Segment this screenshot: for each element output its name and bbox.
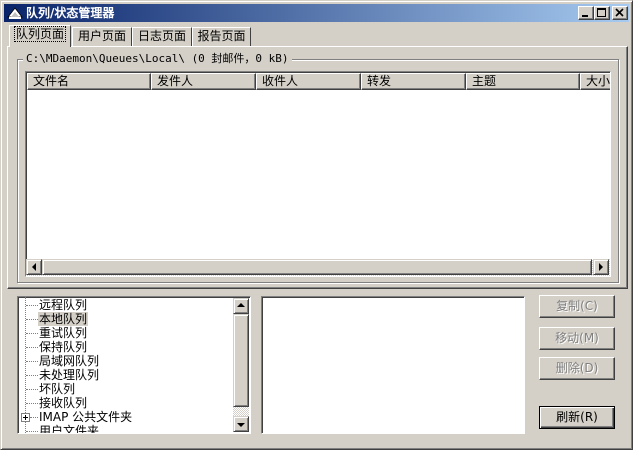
column-header-subject[interactable]: 主题 bbox=[466, 73, 580, 90]
column-header-sender[interactable]: 发件人 bbox=[151, 73, 256, 90]
column-header-size[interactable]: 大小 bbox=[580, 73, 610, 90]
close-icon bbox=[615, 8, 624, 17]
vertical-scroll-thumb[interactable] bbox=[233, 314, 249, 407]
move-button[interactable]: 移动(M) bbox=[539, 327, 615, 350]
expand-imap-folders-button[interactable] bbox=[21, 413, 30, 422]
tree-item-bad-queue[interactable]: 坏队列 bbox=[38, 382, 76, 396]
mdaemon-logo-icon[interactable] bbox=[7, 6, 23, 20]
tree-line bbox=[26, 431, 38, 432]
tree-item-lan-queue[interactable]: 局域网队列 bbox=[38, 354, 100, 368]
queue-path-label: C:\MDaemon\Queues\Local\ (0 封邮件，0 kB) bbox=[23, 52, 292, 66]
tree-line bbox=[26, 375, 38, 376]
plus-icon bbox=[23, 415, 28, 420]
tab-log[interactable]: 日志页面 bbox=[132, 27, 192, 46]
title-bar[interactable]: 队列/状态管理器 bbox=[4, 4, 629, 22]
tree-vertical-scrollbar[interactable] bbox=[233, 298, 249, 432]
tree-item-retry-queue[interactable]: 重试队列 bbox=[38, 326, 88, 340]
tab-queue[interactable]: 队列页面 bbox=[9, 25, 71, 47]
tree-item-user-folders[interactable]: 用户文件夹 bbox=[38, 424, 100, 433]
scroll-up-button[interactable] bbox=[233, 298, 249, 314]
tree-line bbox=[26, 361, 38, 362]
tab-users[interactable]: 用户页面 bbox=[72, 27, 132, 46]
window-title: 队列/状态管理器 bbox=[26, 6, 115, 20]
tree-line bbox=[26, 347, 38, 348]
horizontal-scroll-thumb[interactable] bbox=[42, 259, 592, 275]
copy-button[interactable]: 复制(C) bbox=[539, 295, 615, 318]
tree-line bbox=[26, 333, 38, 334]
delete-button[interactable]: 删除(D) bbox=[539, 357, 615, 380]
queue-status-manager-window: 队列/状态管理器 队列页面 用户页面 日志页面 报告页面 C:\MDaemon\… bbox=[0, 0, 633, 450]
arrow-down-icon bbox=[237, 423, 245, 427]
scroll-left-button[interactable] bbox=[26, 259, 42, 275]
column-header-forward[interactable]: 转发 bbox=[361, 73, 466, 90]
tree-line bbox=[26, 319, 38, 320]
tree-line bbox=[30, 417, 38, 418]
maximize-button[interactable] bbox=[594, 6, 610, 20]
arrow-right-icon bbox=[599, 263, 603, 271]
close-button[interactable] bbox=[612, 6, 628, 20]
minimize-button[interactable] bbox=[578, 6, 594, 20]
tree-line bbox=[26, 305, 38, 306]
tree-line bbox=[26, 389, 38, 390]
arrow-up-icon bbox=[237, 303, 245, 307]
message-detail-pane[interactable] bbox=[261, 296, 525, 434]
tree-item-remote-queue[interactable]: 远程队列 bbox=[38, 298, 88, 312]
tree-item-inbound-queue[interactable]: 接收队列 bbox=[38, 396, 88, 410]
tab-report[interactable]: 报告页面 bbox=[192, 27, 251, 46]
minimize-icon bbox=[582, 15, 588, 17]
column-header-recipient[interactable]: 收件人 bbox=[256, 73, 361, 90]
arrow-left-icon bbox=[32, 263, 36, 271]
column-header-filename[interactable]: 文件名 bbox=[27, 73, 151, 90]
message-list[interactable]: 文件名 发件人 收件人 转发 主题 大小 bbox=[25, 71, 611, 277]
tree-item-raw-queue[interactable]: 未处理队列 bbox=[38, 368, 100, 382]
tree-item-local-queue[interactable]: 本地队列 bbox=[38, 312, 89, 326]
maximize-icon bbox=[597, 8, 606, 17]
tree-line bbox=[26, 403, 38, 404]
horizontal-scrollbar[interactable] bbox=[26, 259, 610, 276]
refresh-button[interactable]: 刷新(R) bbox=[539, 406, 615, 429]
scroll-right-button[interactable] bbox=[593, 259, 609, 275]
tree-item-holding-queue[interactable]: 保持队列 bbox=[38, 340, 88, 354]
scroll-down-button[interactable] bbox=[233, 416, 249, 432]
queue-tree[interactable]: 远程队列 本地队列 重试队列 保持队列 局域网队列 未处理队列 坏队列 接收队列… bbox=[17, 296, 251, 434]
tree-item-imap-public-folders[interactable]: IMAP 公共文件夹 bbox=[38, 410, 133, 424]
